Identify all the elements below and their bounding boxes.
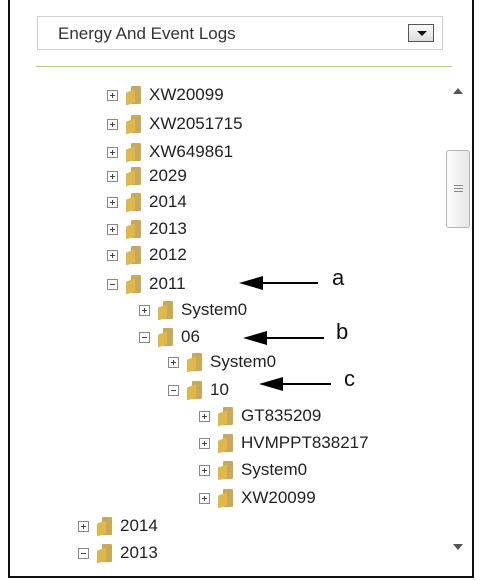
plus-box-icon[interactable] <box>107 146 118 158</box>
folder-icon <box>126 193 142 213</box>
tree-row-label: 2013 <box>120 543 158 562</box>
tree-row-label: 2013 <box>149 219 187 238</box>
tree-row[interactable]: XW20099 <box>107 83 224 107</box>
tree-row-label: System0 <box>181 300 248 319</box>
tree-row-label: XW20099 <box>241 488 316 507</box>
tree-row-label: 2014 <box>120 516 158 535</box>
folder-icon <box>218 489 234 509</box>
tree-row[interactable]: 10 <box>168 378 229 402</box>
folder-icon <box>126 115 142 135</box>
folder-icon <box>126 246 142 266</box>
tree-row-label: System0 <box>210 352 277 371</box>
plus-box-icon[interactable] <box>199 492 210 504</box>
plus-box-icon[interactable] <box>168 356 179 368</box>
tree-row-label: GT835209 <box>241 406 322 425</box>
tree-row[interactable]: XW2051715 <box>107 112 243 136</box>
arrow-line <box>275 383 331 385</box>
annotation-letter: a <box>332 265 345 290</box>
tree-row[interactable]: 2013 <box>78 541 158 565</box>
tree-row[interactable]: 2013 <box>107 217 187 241</box>
file-tree: XW20099 XW2051715 XW649861 2029 2014 201… <box>0 0 440 580</box>
folder-icon <box>97 517 113 537</box>
tree-row-label: 10 <box>210 380 229 399</box>
tree-row[interactable]: System0 <box>139 298 247 322</box>
tree-row[interactable]: 2029 <box>107 164 187 188</box>
plus-box-icon[interactable] <box>78 520 89 532</box>
folder-icon <box>218 407 234 427</box>
plus-box-icon[interactable] <box>107 89 118 101</box>
tree-row[interactable]: System0 <box>168 350 276 374</box>
annotation-letter: b <box>336 319 349 344</box>
tree-row-label: 2014 <box>149 192 187 211</box>
plus-box-icon[interactable] <box>199 437 210 449</box>
annotation-letter: c <box>344 366 355 391</box>
plus-box-icon[interactable] <box>107 249 118 261</box>
folder-icon <box>126 167 142 187</box>
folder-icon <box>126 220 142 240</box>
tree-row[interactable]: 2014 <box>78 514 158 538</box>
tree-row-label: XW20099 <box>149 85 224 104</box>
plus-box-icon[interactable] <box>107 170 118 182</box>
scroll-thumb[interactable] <box>446 150 470 228</box>
arrow-line <box>259 337 324 339</box>
tree-row-label: 2012 <box>149 245 187 264</box>
tree-row-label: XW649861 <box>149 142 234 161</box>
vertical-scrollbar[interactable] <box>444 74 472 572</box>
scroll-down-icon[interactable] <box>453 544 463 550</box>
tree-row[interactable]: HVMPPT838217 <box>199 431 369 455</box>
plus-box-icon[interactable] <box>139 304 150 316</box>
folder-icon <box>218 461 234 481</box>
minus-box-icon[interactable] <box>107 278 118 290</box>
folder-icon <box>126 275 142 295</box>
tree-row-label: 06 <box>181 327 200 346</box>
plus-box-icon[interactable] <box>107 223 118 235</box>
tree-row[interactable]: XW20099 <box>199 486 316 510</box>
scroll-up-icon[interactable] <box>453 88 463 94</box>
folder-icon <box>187 381 203 401</box>
tree-row[interactable]: GT835209 <box>199 404 321 428</box>
tree-row[interactable]: 2012 <box>107 243 187 267</box>
minus-box-icon[interactable] <box>78 547 89 559</box>
folder-icon <box>97 544 113 564</box>
tree-row[interactable]: 2011 <box>107 272 186 296</box>
tree-row[interactable]: XW649861 <box>107 140 233 164</box>
tree-row[interactable]: System0 <box>199 458 307 482</box>
tree-row-label: HVMPPT838217 <box>241 433 369 452</box>
tree-row[interactable]: 06 <box>139 325 200 349</box>
minus-box-icon[interactable] <box>139 331 150 343</box>
tree-row[interactable]: 2014 <box>107 190 187 214</box>
folder-icon <box>158 328 174 348</box>
folder-icon <box>218 434 234 454</box>
tree-row-label: System0 <box>241 460 308 479</box>
folder-icon <box>126 143 142 163</box>
folder-icon <box>187 353 203 373</box>
plus-box-icon[interactable] <box>199 464 210 476</box>
plus-box-icon[interactable] <box>107 118 118 130</box>
arrow-line <box>255 282 318 284</box>
folder-icon <box>126 86 142 106</box>
tree-row-label: XW2051715 <box>149 114 243 133</box>
plus-box-icon[interactable] <box>199 410 210 422</box>
folder-icon <box>158 301 174 321</box>
tree-row-label: 2029 <box>149 166 187 185</box>
minus-box-icon[interactable] <box>168 384 179 396</box>
tree-row-label: 2011 <box>149 274 186 293</box>
plus-box-icon[interactable] <box>107 196 118 208</box>
